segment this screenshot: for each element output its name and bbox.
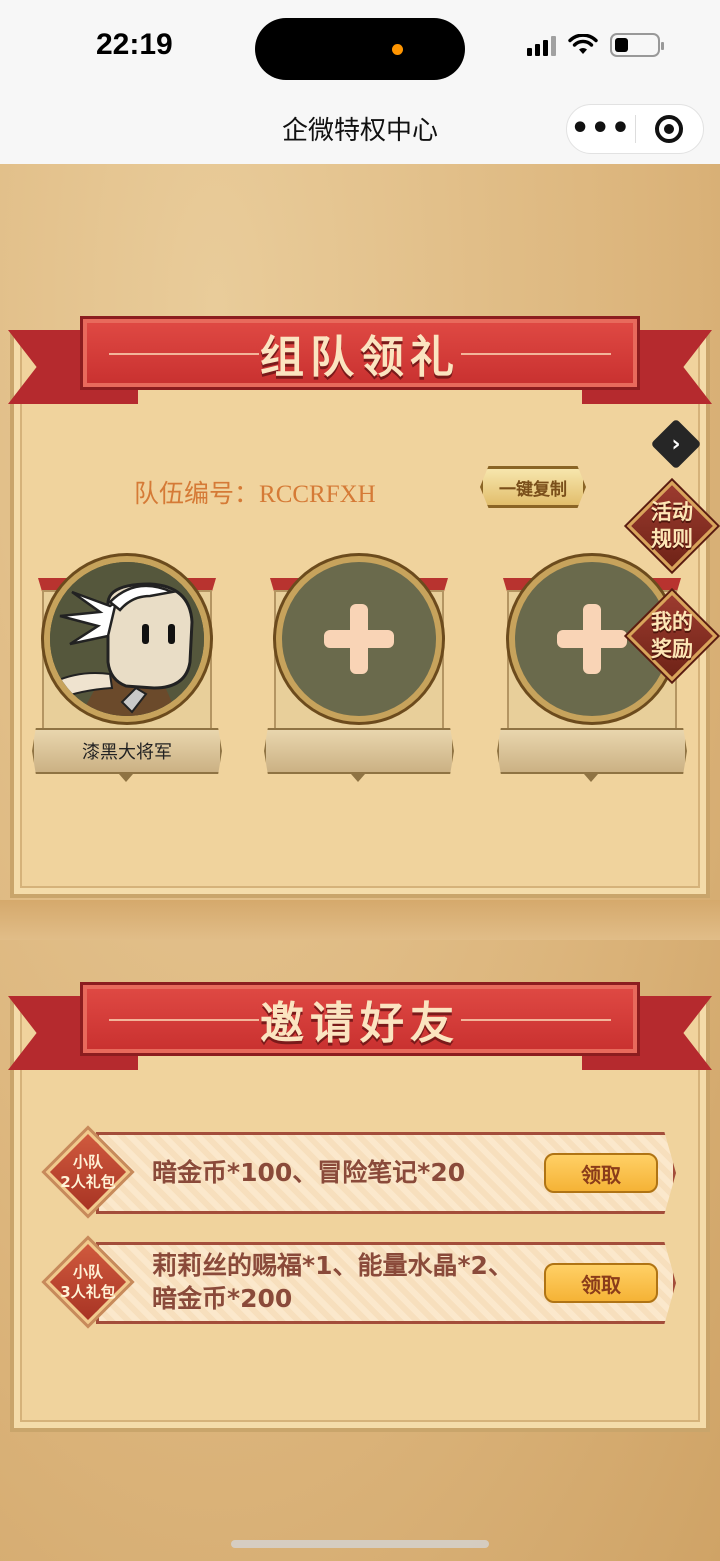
target-icon (655, 115, 684, 143)
copy-team-id-button[interactable]: 一键复制 (480, 466, 586, 508)
mini-program-capsule: ••• (566, 104, 704, 154)
gift-pack-badge: 小队 3人礼包 (44, 1238, 132, 1326)
chevron-right-icon: › (671, 431, 681, 457)
member-name: 漆黑大将军 (32, 728, 222, 774)
member-name (264, 728, 454, 774)
team-id: 队伍编号：RCCRFXH (134, 474, 376, 510)
next-arrow-button[interactable]: › (650, 418, 702, 470)
my-rewards-button[interactable]: 我的 奖励 (626, 590, 718, 682)
recording-dot-icon (392, 44, 403, 55)
gift-pack-badge: 小队 2人礼包 (44, 1128, 132, 1216)
invite-member-button[interactable] (276, 556, 442, 722)
reward-row: 小队 2人礼包 暗金币*100、冒险笔记*20 领取 (44, 1128, 676, 1216)
team-id-label: 队伍编号： (134, 481, 260, 508)
member-avatar-frame (44, 556, 210, 722)
team-id-value: RCCRFXH (259, 481, 376, 508)
system-icons (527, 33, 664, 57)
claim-button[interactable]: 领取 (544, 1263, 658, 1303)
team-banner-title: 组队领礼 (260, 332, 460, 383)
wifi-icon (568, 34, 598, 54)
battery-icon (610, 33, 664, 57)
reward-description: 暗金币*100、冒险笔记*20 (152, 1158, 466, 1187)
plus-icon (324, 604, 394, 674)
reward-description: 莉莉丝的赐福*1、能量水晶*2、 暗金币*200 (152, 1251, 513, 1313)
more-icon[interactable]: ••• (567, 114, 635, 144)
team-banner: 组队领礼 (8, 316, 712, 406)
status-bar: 22:19 (0, 0, 720, 98)
close-mini-program-button[interactable] (636, 115, 704, 143)
claim-button[interactable]: 领取 (544, 1153, 658, 1193)
team-member-slot-empty[interactable] (262, 556, 456, 782)
section-divider (0, 900, 720, 940)
plus-icon (557, 604, 627, 674)
member-name (497, 728, 687, 774)
home-indicator[interactable] (231, 1540, 489, 1548)
avatar (50, 562, 204, 716)
dynamic-island (255, 18, 465, 80)
character-avatar-icon (50, 562, 204, 716)
reward-row: 小队 3人礼包 莉莉丝的赐福*1、能量水晶*2、 暗金币*200 领取 (44, 1238, 676, 1326)
status-time: 22:19 (96, 28, 173, 61)
invite-banner-title: 邀请好友 (260, 998, 460, 1049)
activity-rules-button[interactable]: 活动 规则 (626, 480, 718, 572)
signal-icon (527, 34, 556, 56)
invite-banner: 邀请好友 (8, 982, 712, 1072)
team-member-slot: 漆黑大将军 (30, 556, 224, 782)
nav-bar: 企微特权中心 ••• (0, 98, 720, 164)
